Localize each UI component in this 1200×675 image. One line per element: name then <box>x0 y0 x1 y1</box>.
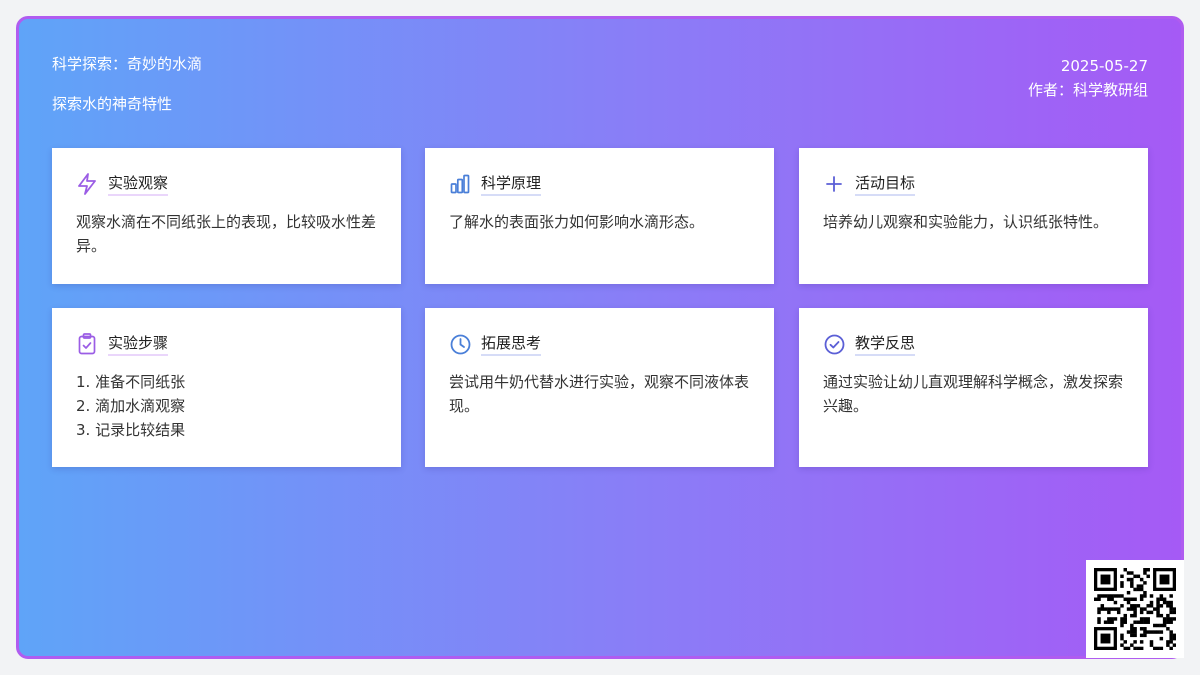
page-subtitle: 探索水的神奇特性 <box>52 95 173 113</box>
card-title: 实验观察 <box>108 173 169 196</box>
card-body: 尝试用牛奶代替水进行实验，观察不同液体表现。 <box>449 373 750 415</box>
meta-info: 2025-05-27 作者：科学教研组 <box>1028 54 1148 102</box>
steps-list: 1. 准备不同纸张 2. 滴加水滴观察 3. 记录比较结果 <box>76 370 377 442</box>
card-experiment-steps: 实验步骤 1. 准备不同纸张 2. 滴加水滴观察 3. 记录比较结果 <box>52 308 401 467</box>
bar-chart-icon <box>449 173 471 195</box>
clock-icon <box>449 333 471 355</box>
card-experiment-observation: 实验观察 观察水滴在不同纸张上的表现，比较吸水性差异。 <box>52 148 401 284</box>
card-title: 科学原理 <box>481 173 542 196</box>
slide-frame: 科学探索：奇妙的水滴 探索水的神奇特性 2025-05-27 作者：科学教研组 … <box>16 16 1184 659</box>
plus-icon <box>823 173 845 195</box>
card-activity-goal: 活动目标 培养幼儿观察和实验能力，认识纸张特性。 <box>799 148 1148 284</box>
card-science-principle: 科学原理 了解水的表面张力如何影响水滴形态。 <box>425 148 774 284</box>
clipboard-check-icon <box>76 333 98 355</box>
card-body: 培养幼儿观察和实验能力，认识纸张特性。 <box>823 213 1109 231</box>
card-extended-thinking: 拓展思考 尝试用牛奶代替水进行实验，观察不同液体表现。 <box>425 308 774 467</box>
card-teaching-reflection: 教学反思 通过实验让幼儿直观理解科学概念，激发探索兴趣。 <box>799 308 1148 467</box>
date-text: 2025-05-27 <box>1060 57 1148 75</box>
check-circle-icon <box>823 333 845 355</box>
card-body: 观察水滴在不同纸张上的表现，比较吸水性差异。 <box>76 213 377 255</box>
qr-code-icon <box>1086 560 1184 658</box>
page-title: 科学探索：奇妙的水滴 <box>52 55 203 73</box>
author-text: 作者：科学教研组 <box>1027 81 1148 99</box>
card-body: 了解水的表面张力如何影响水滴形态。 <box>449 213 705 231</box>
list-item: 2. 滴加水滴观察 <box>76 397 186 415</box>
card-title: 教学反思 <box>855 333 916 356</box>
card-body: 通过实验让幼儿直观理解科学概念，激发探索兴趣。 <box>823 373 1124 415</box>
card-title: 实验步骤 <box>108 333 169 356</box>
list-item: 1. 准备不同纸张 <box>76 373 186 391</box>
card-title: 活动目标 <box>855 173 916 196</box>
card-title: 拓展思考 <box>481 333 542 356</box>
lightning-icon <box>76 173 98 195</box>
list-item: 3. 记录比较结果 <box>76 421 186 439</box>
